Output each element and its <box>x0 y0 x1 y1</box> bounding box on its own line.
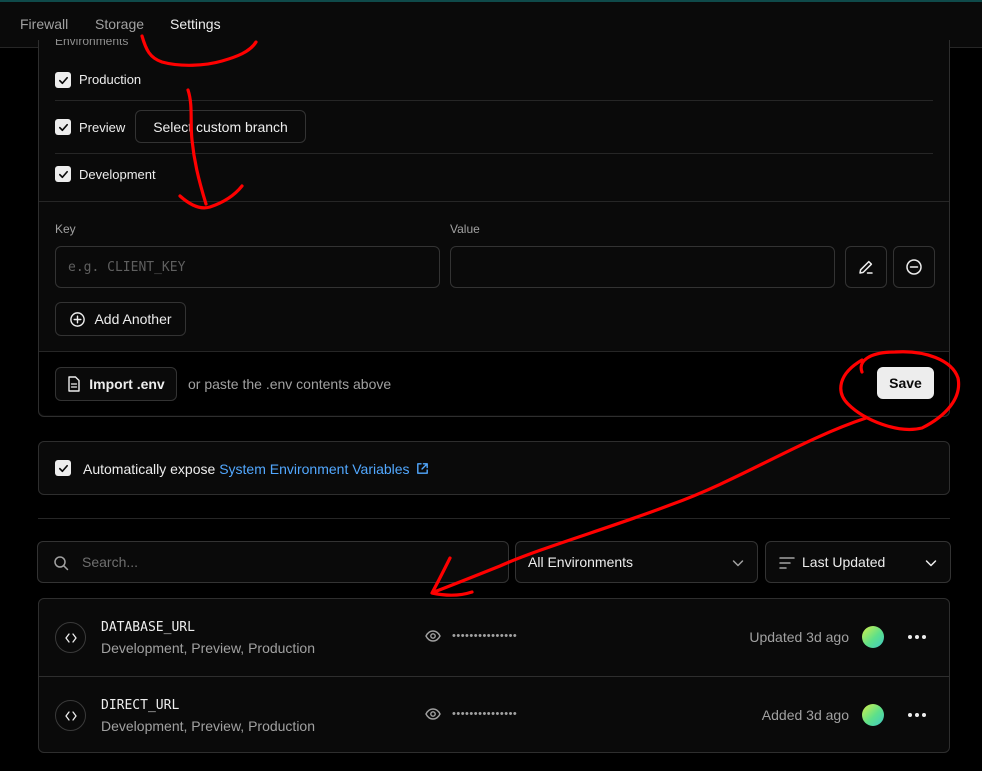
tab-settings[interactable]: Settings <box>170 16 221 32</box>
code-icon <box>55 622 86 653</box>
chevron-down-icon <box>732 560 744 567</box>
more-options-button[interactable] <box>905 627 929 647</box>
edit-button[interactable] <box>845 246 887 288</box>
variable-environments: Development, Preview, Production <box>101 718 315 734</box>
save-button[interactable]: Save <box>877 367 934 399</box>
variable-environments: Development, Preview, Production <box>101 640 315 656</box>
development-checkbox[interactable] <box>55 166 71 182</box>
select-custom-branch-button[interactable]: Select custom branch <box>135 110 306 143</box>
value-label: Value <box>450 222 480 236</box>
variable-status: Updated 3d ago <box>749 629 849 645</box>
masked-value: ••••••••••••••• <box>452 630 518 642</box>
expose-system-vars-checkbox[interactable] <box>55 460 71 476</box>
divider <box>39 201 949 202</box>
eye-icon[interactable] <box>425 707 441 721</box>
code-icon <box>55 700 86 731</box>
key-label: Key <box>55 222 76 236</box>
external-link-icon[interactable] <box>415 461 430 476</box>
edit-icon <box>859 260 873 274</box>
tab-storage[interactable]: Storage <box>95 16 144 32</box>
import-env-button[interactable]: Import .env <box>55 367 177 401</box>
expose-system-vars-text: Automatically expose System Environment … <box>83 461 430 477</box>
more-options-button[interactable] <box>905 705 929 725</box>
avatar <box>862 704 884 726</box>
variable-status: Added 3d ago <box>761 707 849 723</box>
check-icon <box>58 123 68 131</box>
add-another-label: Add Another <box>94 311 172 327</box>
key-input[interactable]: e.g. CLIENT_KEY <box>55 246 440 288</box>
add-another-button[interactable]: Add Another <box>55 302 186 336</box>
list-item[interactable]: DATABASE_URL Development, Preview, Produ… <box>39 599 949 676</box>
tab-firewall[interactable]: Firewall <box>20 16 68 32</box>
form-footer: Import .env or paste the .env contents a… <box>39 351 949 415</box>
import-env-label: Import .env <box>89 376 165 392</box>
chevron-down-icon <box>925 560 937 567</box>
avatar <box>862 626 884 648</box>
environment-select[interactable]: All Environments <box>515 541 758 583</box>
variable-name: DIRECT_URL <box>101 698 180 713</box>
list-item[interactable]: DIRECT_URL Development, Preview, Product… <box>39 676 949 753</box>
environments-section-label: Environments <box>55 39 129 47</box>
divider <box>55 153 933 154</box>
system-env-card: Automatically expose System Environment … <box>38 441 950 495</box>
expose-text: Automatically expose <box>83 461 216 477</box>
check-icon <box>58 464 68 472</box>
divider <box>55 100 933 101</box>
environment-select-value: All Environments <box>528 554 634 570</box>
save-label: Save <box>889 375 922 391</box>
sort-select[interactable]: Last Updated <box>765 541 951 583</box>
variable-name: DATABASE_URL <box>101 620 195 635</box>
search-placeholder: Search... <box>82 554 139 570</box>
paste-hint: or paste the .env contents above <box>188 376 392 392</box>
value-input[interactable] <box>450 246 835 288</box>
search-input[interactable]: Search... <box>37 541 509 583</box>
sort-select-value: Last Updated <box>802 554 886 570</box>
minus-circle-icon <box>906 259 922 275</box>
section-divider <box>38 518 950 519</box>
more-horizontal-icon <box>908 713 926 717</box>
file-icon <box>68 376 80 392</box>
remove-button[interactable] <box>893 246 935 288</box>
divider <box>39 351 949 352</box>
more-horizontal-icon <box>908 635 926 639</box>
check-icon <box>58 76 68 84</box>
development-label: Development <box>79 167 156 182</box>
production-label: Production <box>79 72 142 87</box>
search-icon <box>54 556 69 571</box>
check-icon <box>58 170 68 178</box>
key-placeholder: e.g. CLIENT_KEY <box>68 259 186 275</box>
masked-value: ••••••••••••••• <box>452 708 518 720</box>
production-checkbox[interactable] <box>55 72 71 88</box>
env-var-form: Environments Production Preview Select c… <box>38 39 950 417</box>
plus-circle-icon <box>70 311 86 327</box>
select-custom-branch-label: Select custom branch <box>153 118 288 135</box>
system-env-vars-link[interactable]: System Environment Variables <box>219 461 409 477</box>
env-var-list: DATABASE_URL Development, Preview, Produ… <box>38 598 950 753</box>
preview-label: Preview <box>79 120 126 135</box>
preview-checkbox[interactable] <box>55 119 71 135</box>
sort-lines-icon <box>779 557 795 569</box>
eye-icon[interactable] <box>425 629 441 643</box>
